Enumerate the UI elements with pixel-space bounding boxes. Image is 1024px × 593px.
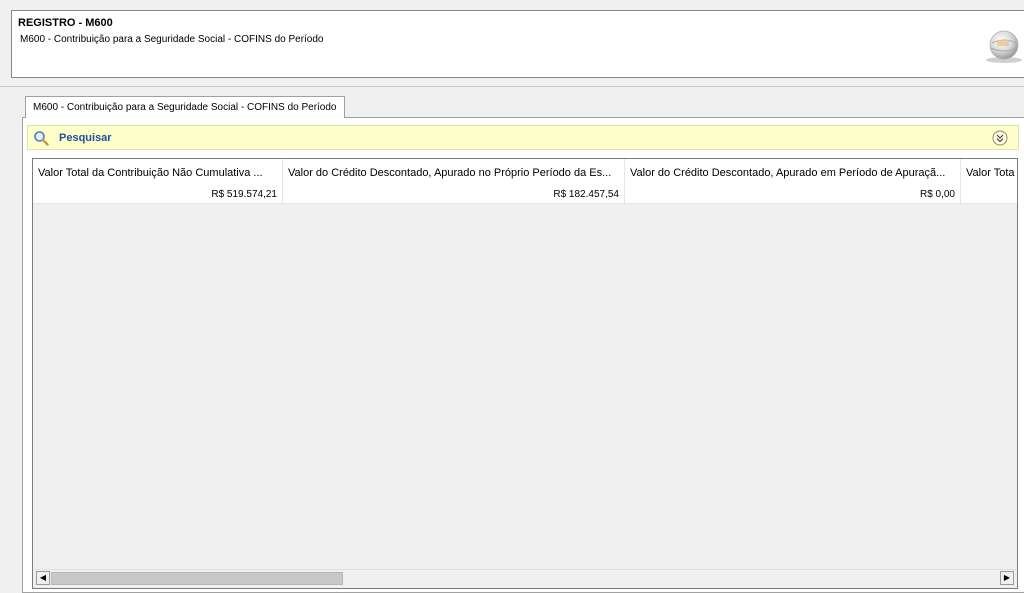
tab-m600[interactable]: M600 - Contribuição para a Seguridade So… (25, 96, 345, 118)
grid-header: Valor Total da Contribuição Não Cumulati… (33, 159, 1017, 188)
column-header[interactable]: Valor Total da Contribuição Não Cumulati… (33, 159, 283, 187)
header-panel: REGISTRO - M600 M600 - Contribuição para… (11, 10, 1024, 78)
column-header[interactable]: Valor Tota (961, 159, 1017, 187)
search-label[interactable]: Pesquisar (59, 132, 112, 144)
scrollbar-thumb[interactable] (51, 572, 343, 585)
page-title: REGISTRO - M600 (18, 17, 113, 29)
data-grid[interactable]: Valor Total da Contribuição Não Cumulati… (32, 158, 1018, 589)
scroll-right-icon[interactable]: ▶ (1000, 571, 1014, 585)
column-header[interactable]: Valor do Crédito Descontado, Apurado em … (625, 159, 961, 187)
scroll-left-icon[interactable]: ◀ (36, 571, 50, 585)
horizontal-scrollbar[interactable]: ◀ ▶ (34, 569, 1016, 587)
column-header[interactable]: Valor do Crédito Descontado, Apurado no … (283, 159, 625, 187)
table-cell[interactable]: R$ 519.574,21 (33, 187, 283, 203)
double-chevron-down-icon[interactable] (992, 130, 1008, 146)
globe-logo-icon (986, 30, 1022, 63)
search-bar[interactable]: Pesquisar (27, 125, 1019, 150)
magnifier-icon[interactable] (33, 130, 49, 146)
page-subtitle: M600 - Contribuição para a Seguridade So… (20, 34, 324, 45)
table-cell[interactable]: R$ 182.457,54 (283, 187, 625, 203)
table-row[interactable]: R$ 519.574,21 R$ 182.457,54 R$ 0,00 (33, 187, 1017, 204)
table-cell[interactable] (961, 187, 1017, 203)
table-cell[interactable]: R$ 0,00 (625, 187, 961, 203)
